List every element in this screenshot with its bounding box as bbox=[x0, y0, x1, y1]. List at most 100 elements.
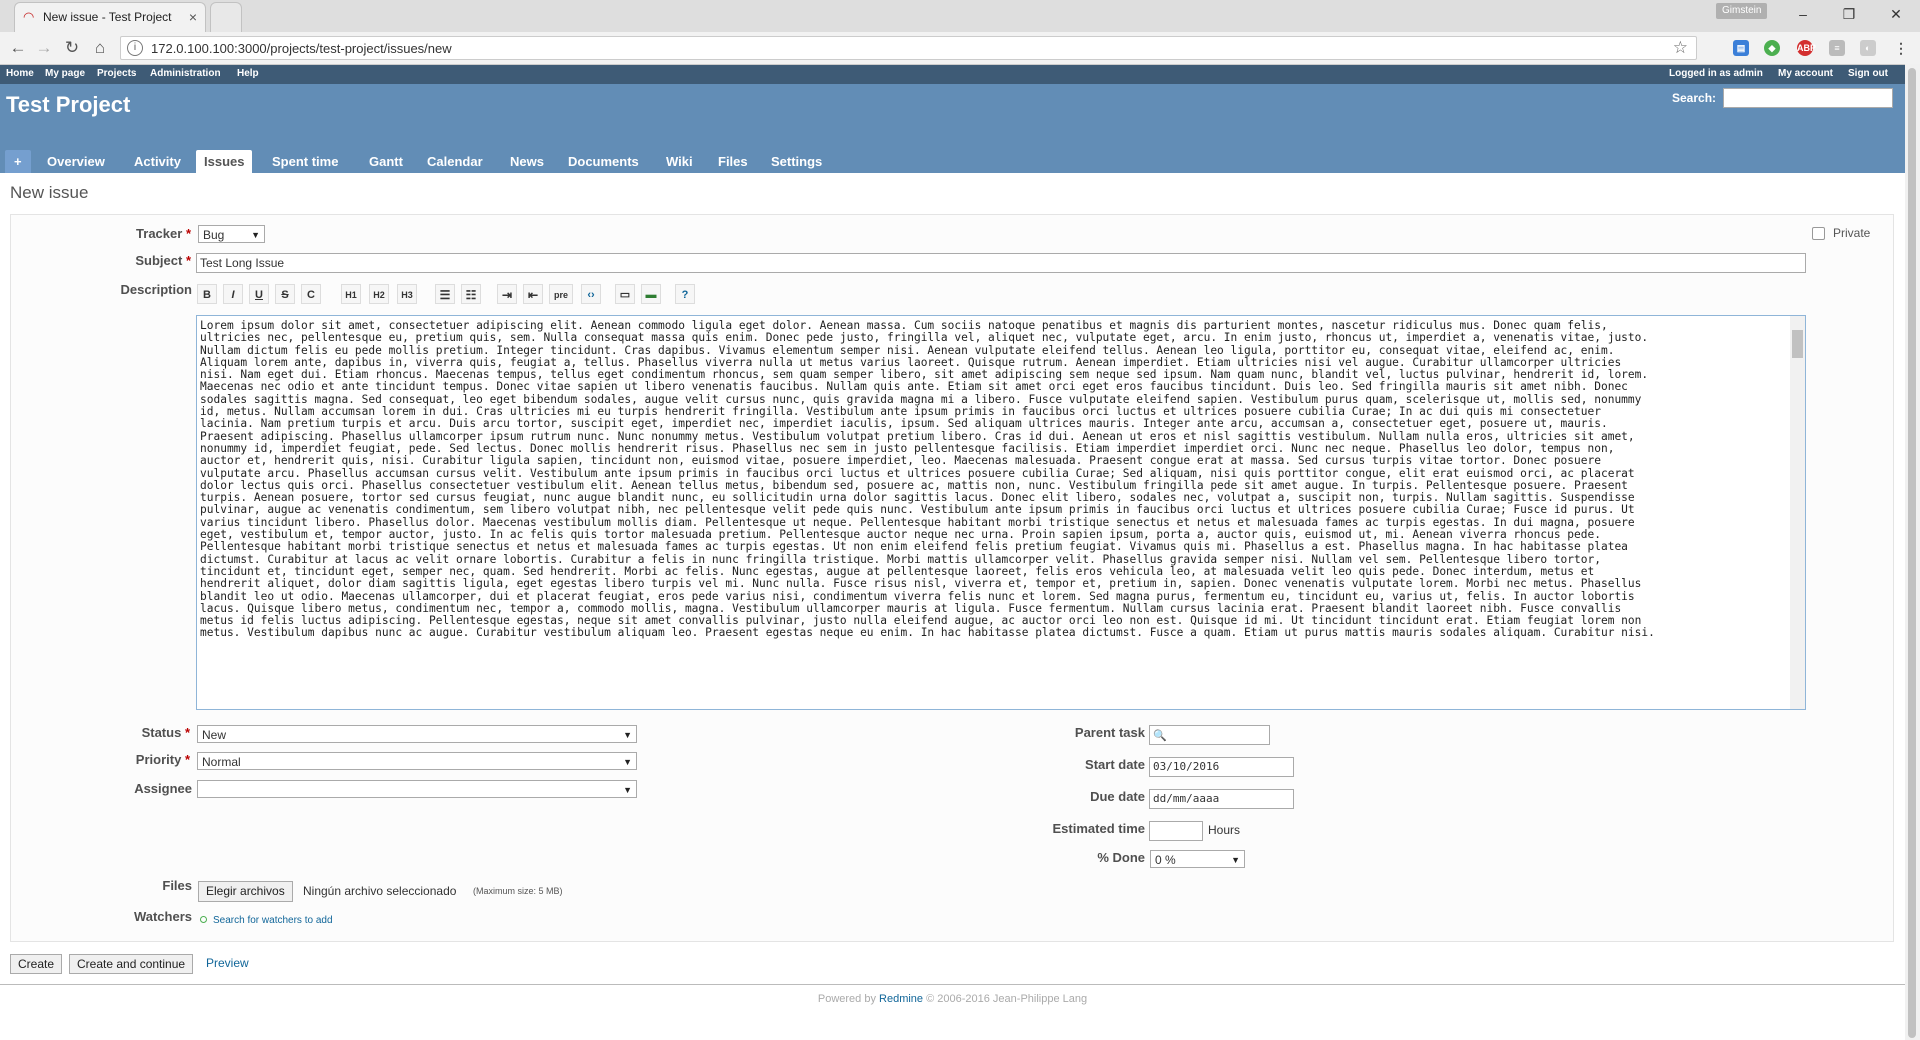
browser-tab-bar: ◠ New issue - Test Project × Gimstein – … bbox=[0, 0, 1920, 33]
top-menu-administration[interactable]: Administration bbox=[150, 68, 221, 79]
inline-code-button[interactable]: C bbox=[301, 284, 321, 304]
description-scrollbar[interactable] bbox=[1790, 316, 1805, 709]
tab-settings[interactable]: Settings bbox=[763, 150, 830, 173]
tab-issues[interactable]: Issues bbox=[196, 150, 253, 173]
chevron-down-icon: ▼ bbox=[623, 785, 632, 795]
maximize-icon[interactable]: ❐ bbox=[1829, 4, 1869, 24]
color-extension-icon[interactable]: ◆ bbox=[1764, 40, 1780, 56]
bold-button[interactable]: B bbox=[197, 284, 217, 304]
tab-news[interactable]: News bbox=[502, 150, 552, 173]
top-menu-my-page[interactable]: My page bbox=[45, 68, 85, 79]
top-menu-home[interactable]: Home bbox=[6, 68, 34, 79]
extension-icon[interactable]: ◐ bbox=[1860, 40, 1876, 56]
create-button[interactable]: Create bbox=[10, 954, 63, 974]
top-menu-projects[interactable]: Projects bbox=[97, 68, 136, 79]
close-window-icon[interactable]: ✕ bbox=[1876, 4, 1916, 24]
browser-tab[interactable]: ◠ New issue - Test Project × bbox=[14, 2, 206, 33]
help-icon[interactable]: ? bbox=[675, 284, 695, 304]
start-date-input[interactable]: 03/10/2016 bbox=[1149, 757, 1294, 777]
heading-2-button[interactable]: H2 bbox=[369, 284, 389, 304]
tab-spent-time[interactable]: Spent time bbox=[264, 150, 346, 173]
indent-right-icon[interactable]: ⇥ bbox=[497, 284, 517, 304]
create-and-continue-button[interactable]: Create and continue bbox=[69, 954, 194, 974]
project-title[interactable]: Test Project bbox=[6, 92, 130, 118]
page-title: New issue bbox=[10, 183, 89, 202]
tab-activity[interactable]: Activity bbox=[126, 150, 189, 173]
parent-task-input[interactable]: 🔍 bbox=[1149, 725, 1270, 745]
new-object-button[interactable]: + bbox=[5, 150, 31, 173]
tracker-select[interactable]: Bug ▼ bbox=[198, 225, 265, 243]
no-file-text: Ningún archivo seleccionado bbox=[303, 884, 457, 898]
description-text: Lorem ipsum dolor sit amet, consectetuer… bbox=[200, 320, 1775, 640]
watchers-label: Watchers bbox=[133, 909, 192, 924]
description-line: pulvinar, augue ac venenatis condimentum… bbox=[200, 504, 1635, 517]
heading-3-button[interactable]: H3 bbox=[397, 284, 417, 304]
description-line: Pellentesque habitant morbi tristique se… bbox=[200, 541, 1628, 554]
heading-1-button[interactable]: H1 bbox=[341, 284, 361, 304]
description-line: nisi. Nam eget dui. Etiam rhoncus. Maece… bbox=[200, 369, 1649, 382]
search-watchers-link[interactable]: Search for watchers to add bbox=[213, 915, 333, 926]
wiki-link-icon[interactable]: ▭ bbox=[615, 284, 635, 304]
minimize-icon[interactable]: – bbox=[1783, 4, 1823, 24]
description-line: dictumst. Curabitur at lacus ac velit or… bbox=[200, 553, 1601, 566]
choose-files-button[interactable]: Elegir archivos bbox=[198, 881, 293, 902]
top-menu-sign-out[interactable]: Sign out bbox=[1848, 68, 1888, 79]
done-ratio-select[interactable]: 0 % ▼ bbox=[1150, 850, 1245, 868]
private-checkbox[interactable] bbox=[1812, 227, 1825, 240]
reload-icon[interactable]: ↻ bbox=[62, 38, 82, 58]
page-scrollbar-thumb[interactable] bbox=[1908, 68, 1916, 1038]
redmine-link[interactable]: Redmine bbox=[879, 993, 923, 1005]
tab-files[interactable]: Files bbox=[710, 150, 756, 173]
ordered-list-icon[interactable]: ☷ bbox=[461, 284, 481, 304]
indent-left-icon[interactable]: ⇤ bbox=[523, 284, 543, 304]
code-highlight-icon[interactable]: ‹› bbox=[581, 284, 601, 304]
back-icon[interactable]: ← bbox=[8, 38, 28, 58]
address-bar[interactable]: i 172.0.100.100:3000/projects/test-proje… bbox=[120, 36, 1697, 60]
home-icon[interactable]: ⌂ bbox=[90, 38, 110, 58]
subject-input[interactable]: Test Long Issue bbox=[196, 253, 1806, 273]
status-select[interactable]: New ▼ bbox=[197, 725, 637, 743]
chevron-down-icon: ▼ bbox=[1231, 855, 1240, 865]
description-scrollbar-thumb[interactable] bbox=[1792, 330, 1803, 358]
strikethrough-button[interactable]: S bbox=[275, 284, 295, 304]
italic-button[interactable]: I bbox=[223, 284, 243, 304]
priority-select[interactable]: Normal ▼ bbox=[197, 752, 637, 770]
page-scrollbar[interactable] bbox=[1905, 64, 1920, 1040]
underline-button[interactable]: U bbox=[249, 284, 269, 304]
estimated-time-input[interactable] bbox=[1149, 821, 1203, 841]
preview-link[interactable]: Preview bbox=[206, 956, 249, 970]
tab-gantt[interactable]: Gantt bbox=[361, 150, 411, 173]
description-line: id, metus. Nullam accumsan lorem in dui.… bbox=[200, 406, 1601, 419]
parent-task-label: Parent task bbox=[1074, 725, 1145, 740]
new-tab-button[interactable] bbox=[210, 2, 242, 33]
tab-wiki[interactable]: Wiki bbox=[658, 150, 701, 173]
top-menu-help[interactable]: Help bbox=[237, 68, 259, 79]
adblock-icon[interactable]: ABP bbox=[1797, 40, 1816, 56]
close-tab-icon[interactable]: × bbox=[189, 9, 197, 25]
top-menu-my-account[interactable]: My account bbox=[1778, 68, 1833, 79]
description-line: eget, vestibulum et, tempor auctor, just… bbox=[200, 529, 1601, 542]
forward-icon[interactable]: → bbox=[34, 38, 54, 58]
extension-icon[interactable]: ▤ bbox=[1733, 40, 1749, 56]
bookmark-star-icon[interactable]: ☆ bbox=[1673, 38, 1688, 58]
hours-label: Hours bbox=[1208, 823, 1241, 837]
add-watcher-icon bbox=[200, 916, 207, 923]
top-menu: Home My page Projects Administration Hel… bbox=[0, 65, 1920, 84]
tab-calendar[interactable]: Calendar bbox=[419, 150, 491, 173]
description-line: varius tincidunt libero. Phasellus dolor… bbox=[200, 516, 1635, 529]
image-icon[interactable]: ▬ bbox=[641, 284, 661, 304]
due-date-input[interactable]: dd/mm/aaaa bbox=[1149, 789, 1294, 809]
search-input[interactable] bbox=[1723, 88, 1893, 108]
tab-overview[interactable]: Overview bbox=[39, 150, 113, 173]
description-label: Description bbox=[120, 282, 192, 297]
preformatted-button[interactable]: pre bbox=[549, 284, 573, 304]
description-textarea[interactable]: Lorem ipsum dolor sit amet, consectetuer… bbox=[196, 315, 1806, 710]
browser-profile-chip[interactable]: Gimstein bbox=[1716, 3, 1768, 19]
menu-icon[interactable]: ⋮ bbox=[1893, 40, 1909, 56]
site-info-icon[interactable]: i bbox=[127, 40, 143, 56]
tab-documents[interactable]: Documents bbox=[560, 150, 647, 173]
assignee-select[interactable]: ▼ bbox=[197, 780, 637, 798]
unordered-list-icon[interactable]: ☰ bbox=[435, 284, 455, 304]
extension-icon[interactable]: ≡ bbox=[1829, 40, 1845, 56]
assignee-label: Assignee bbox=[134, 781, 192, 796]
